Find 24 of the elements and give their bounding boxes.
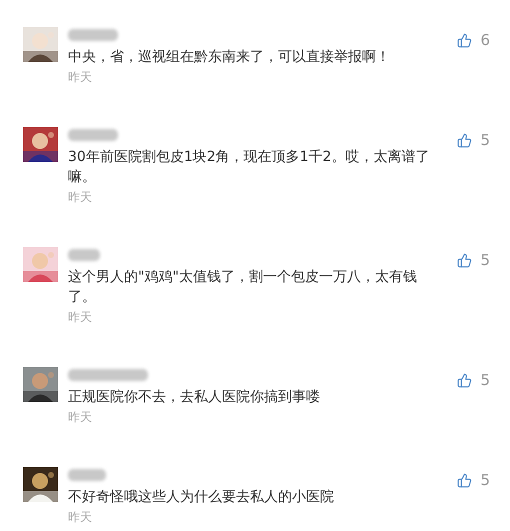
blurred-name bbox=[68, 29, 118, 41]
thumbs-up-icon[interactable] bbox=[457, 252, 472, 268]
comment-text: 30年前医院割包皮1块2角，现在顶多1千2。哎，太离谱了嘛。 bbox=[68, 148, 430, 187]
like-count: 5 bbox=[480, 371, 490, 389]
comment-text: 这个男人的"鸡鸡"太值钱了，割一个包皮一万八，太有钱了。 bbox=[68, 268, 418, 307]
thumbs-up-icon[interactable] bbox=[457, 472, 472, 488]
comment-text: 正规医院你不去，去私人医院你搞到事喽 bbox=[68, 388, 321, 407]
comment-time: 昨天 bbox=[68, 409, 93, 426]
like-count: 6 bbox=[480, 31, 490, 49]
thumbs-up-icon[interactable] bbox=[457, 372, 472, 388]
comment-time: 昨天 bbox=[68, 189, 93, 206]
blurred-name bbox=[68, 469, 106, 481]
blurred-name bbox=[68, 249, 100, 261]
comment-time: 昨天 bbox=[68, 69, 93, 86]
comment-text: 不好奇怪哦这些人为什么要去私人的小医院 bbox=[68, 488, 335, 507]
comment-text: 中央，省，巡视组在黔东南来了，可以直接举报啊！ bbox=[68, 48, 391, 67]
thumbs-up-icon[interactable] bbox=[457, 132, 472, 148]
like-count: 5 bbox=[480, 251, 490, 269]
like-count: 5 bbox=[480, 471, 490, 489]
thumbs-up-icon[interactable] bbox=[457, 32, 472, 48]
blurred-name bbox=[68, 129, 118, 141]
like-count: 5 bbox=[480, 131, 490, 149]
comment-time: 昨天 bbox=[68, 309, 93, 326]
comment-time: 昨天 bbox=[68, 509, 93, 526]
